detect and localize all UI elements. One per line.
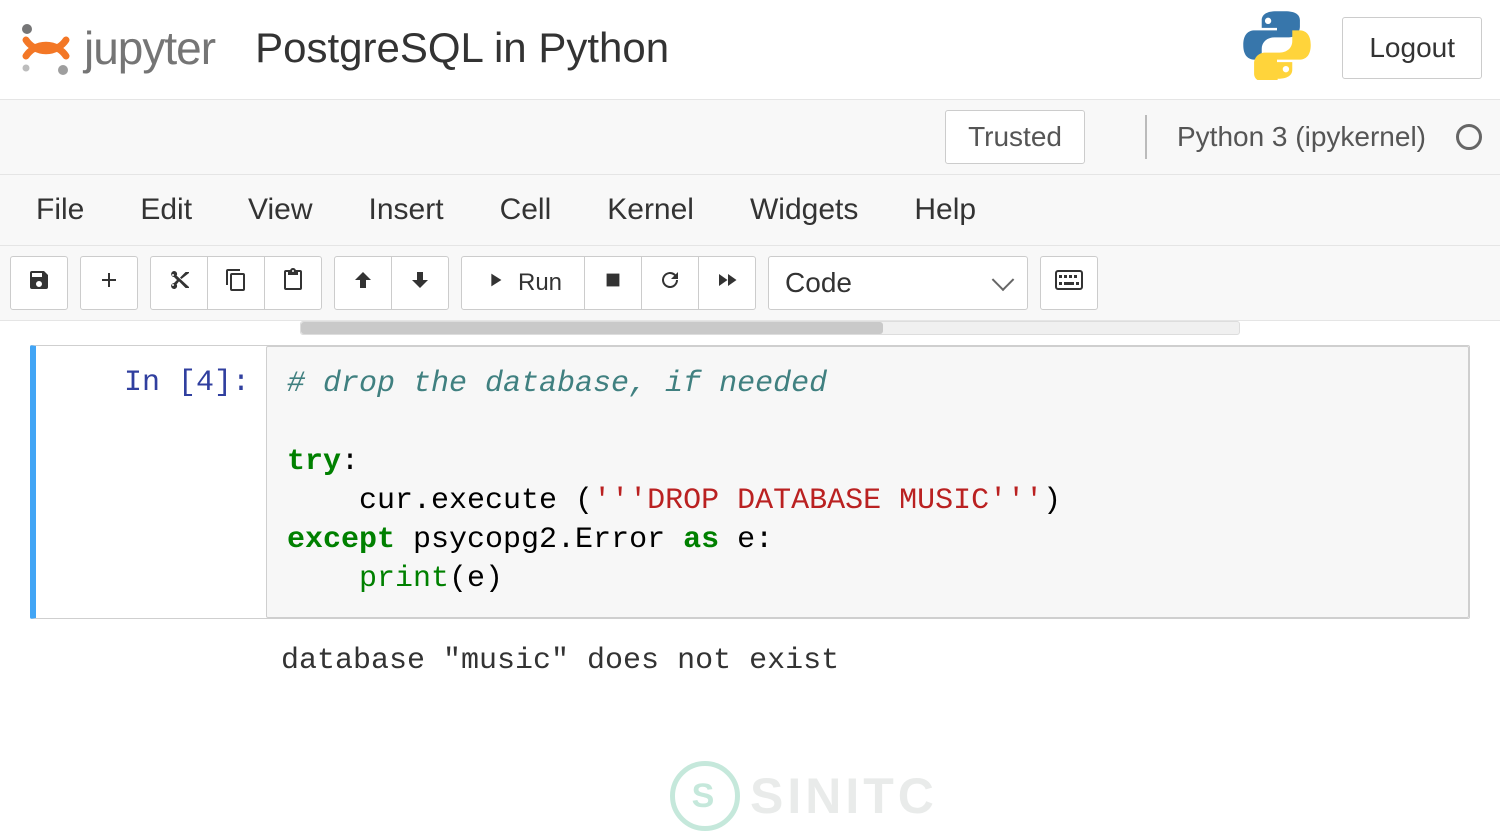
cell-output: database "music" does not exist — [261, 630, 1469, 681]
jupyter-logo[interactable]: jupyter — [18, 20, 215, 76]
watermark-text: SINITC — [750, 767, 938, 825]
menu-help[interactable]: Help — [914, 193, 976, 227]
code-keyword: try — [287, 445, 341, 479]
watermark: S SINITC — [670, 761, 938, 831]
menu-insert[interactable]: Insert — [369, 193, 444, 227]
code-token: cur.execute ( — [287, 484, 593, 518]
fast-forward-icon — [714, 268, 740, 299]
separator — [1145, 115, 1147, 159]
trusted-indicator[interactable]: Trusted — [945, 110, 1085, 164]
move-cell-up-button[interactable] — [334, 256, 392, 310]
paste-icon — [281, 268, 305, 299]
logout-button[interactable]: Logout — [1342, 17, 1482, 79]
refresh-icon — [658, 268, 682, 299]
menu-edit[interactable]: Edit — [140, 193, 192, 227]
watermark-badge: S — [670, 761, 740, 831]
cell-type-value: Code — [785, 267, 852, 299]
header: jupyter PostgreSQL in Python Logout — [0, 0, 1500, 100]
run-label: Run — [518, 269, 562, 297]
menu-widgets[interactable]: Widgets — [750, 193, 858, 227]
output-row: database "music" does not exist — [30, 629, 1470, 682]
play-icon — [484, 269, 506, 298]
save-icon — [27, 268, 51, 299]
code-line: # drop the database, if needed — [287, 367, 827, 401]
menu-file[interactable]: File — [36, 193, 84, 227]
cell-type-select[interactable]: Code — [768, 256, 1028, 310]
python-icon — [1242, 10, 1312, 85]
run-button[interactable]: Run — [461, 256, 585, 310]
insert-cell-below-button[interactable] — [80, 256, 138, 310]
arrow-up-icon — [351, 268, 375, 299]
scrollbar-thumb[interactable] — [301, 322, 883, 334]
menu-cell[interactable]: Cell — [500, 193, 552, 227]
code-token — [287, 562, 359, 596]
copy-icon — [224, 268, 248, 299]
code-token: e: — [719, 523, 773, 557]
toolbar: Run Code — [0, 246, 1500, 321]
arrow-down-icon — [408, 268, 432, 299]
stop-icon — [602, 269, 624, 298]
kernel-name[interactable]: Python 3 (ipykernel) — [1177, 121, 1426, 153]
kernel-status-bar: Trusted Python 3 (ipykernel) — [0, 100, 1500, 175]
restart-kernel-button[interactable] — [641, 256, 699, 310]
copy-button[interactable] — [207, 256, 265, 310]
save-button[interactable] — [10, 256, 68, 310]
code-string: '''DROP DATABASE MUSIC''' — [593, 484, 1043, 518]
code-token: : — [341, 445, 359, 479]
code-builtin: print — [359, 562, 449, 596]
notebook-title[interactable]: PostgreSQL in Python — [255, 24, 669, 72]
jupyter-wordmark: jupyter — [84, 21, 215, 75]
interrupt-kernel-button[interactable] — [584, 256, 642, 310]
code-token: psycopg2.Error — [395, 523, 683, 557]
code-input[interactable]: # drop the database, if needed try: cur.… — [266, 346, 1469, 618]
restart-run-all-button[interactable] — [698, 256, 756, 310]
jupyter-planet-icon — [18, 20, 74, 76]
keyboard-icon — [1055, 269, 1083, 297]
plus-icon — [97, 268, 121, 299]
code-token: ) — [1043, 484, 1061, 518]
code-keyword: as — [683, 523, 719, 557]
horizontal-scrollbar[interactable] — [300, 321, 1240, 335]
command-palette-button[interactable] — [1040, 256, 1098, 310]
notebook-area: In [4]: # drop the database, if needed t… — [0, 321, 1500, 682]
menu-kernel[interactable]: Kernel — [607, 193, 694, 227]
menubar: File Edit View Insert Cell Kernel Widget… — [0, 175, 1500, 246]
output-prompt — [31, 630, 261, 681]
menu-view[interactable]: View — [248, 193, 312, 227]
cut-button[interactable] — [150, 256, 208, 310]
code-cell[interactable]: In [4]: # drop the database, if needed t… — [30, 345, 1470, 619]
scissors-icon — [167, 268, 191, 299]
move-cell-down-button[interactable] — [391, 256, 449, 310]
kernel-idle-icon[interactable] — [1456, 124, 1482, 150]
code-keyword: except — [287, 523, 395, 557]
code-token: (e) — [449, 562, 503, 596]
paste-button[interactable] — [264, 256, 322, 310]
input-prompt: In [4]: — [36, 346, 266, 618]
